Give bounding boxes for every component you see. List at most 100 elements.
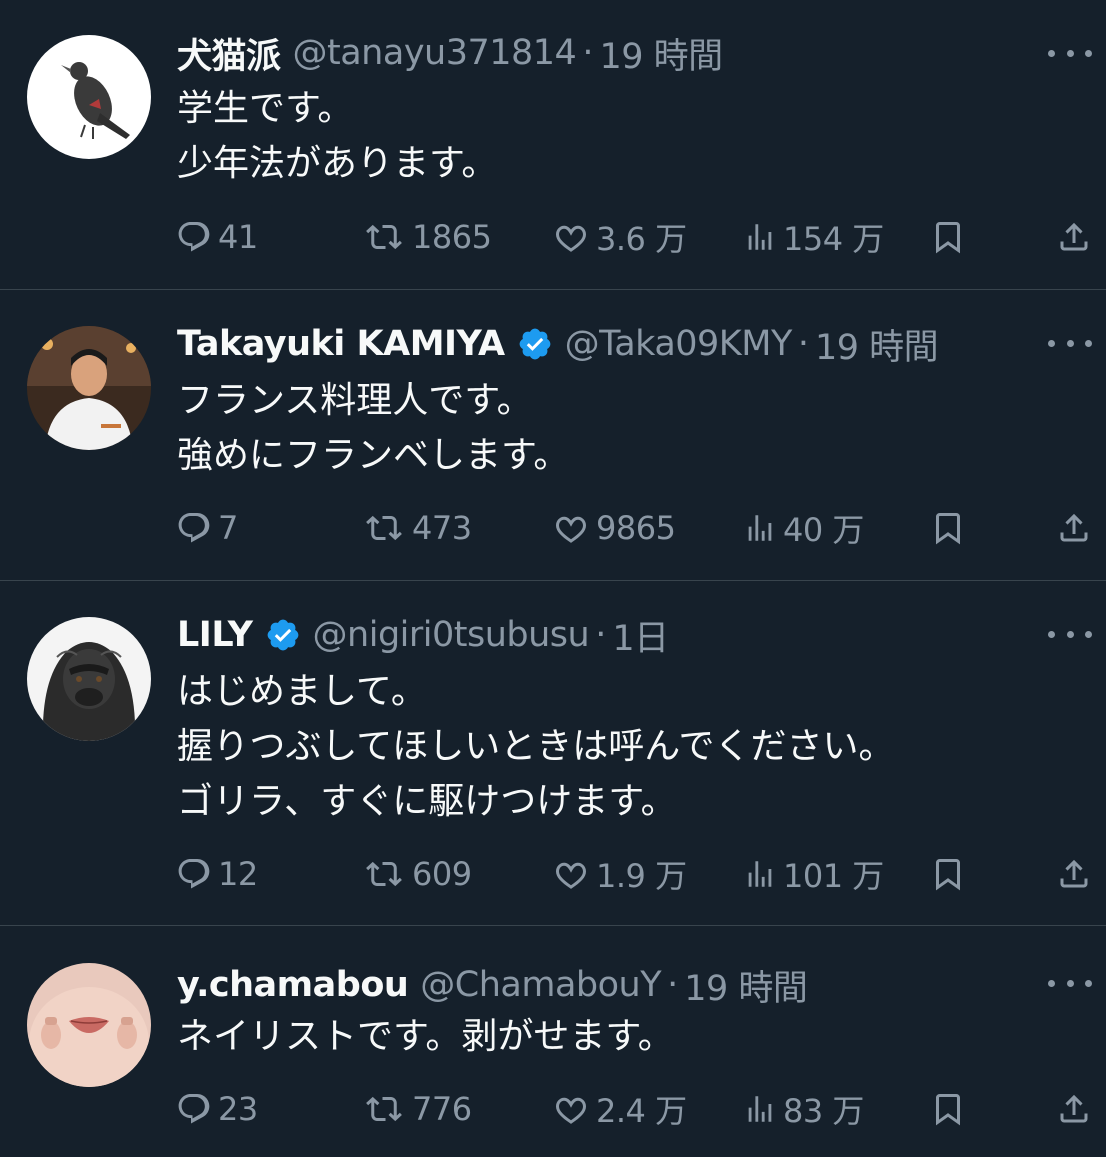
tweet-text-line: ネイリストです。剥がせます。 [177,1016,674,1057]
retweet-count: 609 [412,855,472,893]
share-button[interactable] [1056,849,1092,899]
separator: · [797,324,809,364]
heart-icon [556,862,586,889]
user-handle[interactable]: @tanayu371814 [293,33,577,73]
bookmark-icon [936,513,960,545]
speech-bubble-icon [178,1094,210,1124]
like-button[interactable]: 3.6 万 [552,212,687,262]
display-name[interactable]: y.chamabou [177,965,409,1005]
share-button[interactable] [1056,503,1092,553]
tweet-text-line: 握りつぶしてほしいときは呼んでください。 [177,726,895,767]
share-button[interactable] [1056,212,1092,262]
view-count: 101 万 [783,857,884,895]
more-dots-icon[interactable] [1048,624,1092,644]
bookmark-icon [936,1094,960,1126]
like-count: 1.9 万 [596,857,687,895]
heart-icon [556,225,586,252]
bar-chart-icon [748,861,772,887]
tweet[interactable]: 犬猫派 @tanayu371814 · 19 時間 学生です。 少年法があります… [0,0,1106,290]
verified-badge-icon [519,328,551,360]
views-button[interactable]: 101 万 [743,849,884,899]
speech-bubble-icon [178,222,210,252]
bookmark-button[interactable] [930,212,966,262]
like-button[interactable]: 2.4 万 [552,1084,687,1134]
tweet-text-line: 学生です。 [177,88,354,129]
tweet-text-line: 少年法があります。 [177,143,498,184]
display-name[interactable]: Takayuki KAMIYA [177,324,505,364]
share-icon [1060,513,1088,542]
more-dots-icon[interactable] [1048,973,1092,993]
view-count: 83 万 [783,1092,864,1130]
reply-button[interactable]: 23 [176,1084,258,1134]
more-dots-icon[interactable] [1048,43,1092,63]
reply-count: 7 [218,509,238,547]
display-name[interactable]: LILY [177,615,253,655]
tweet-text-line: フランス料理人です。 [177,380,533,421]
views-button[interactable]: 40 万 [743,503,864,553]
tweet[interactable]: Takayuki KAMIYA @Taka09KMY · 19 時間 フランス料… [0,290,1106,581]
reply-count: 23 [218,1090,258,1128]
reply-count: 12 [218,855,258,893]
bookmark-icon [936,222,960,254]
share-icon [1060,222,1088,251]
view-count: 154 万 [783,220,884,258]
avatar[interactable] [27,617,151,741]
retweet-count: 1865 [412,218,492,256]
view-count: 40 万 [783,511,864,549]
reply-button[interactable]: 7 [176,503,238,553]
timestamp[interactable]: 19 時間 [815,319,939,370]
like-button[interactable]: 1.9 万 [552,849,687,899]
bookmark-icon [936,859,960,891]
retweet-button[interactable]: 473 [362,503,472,553]
avatar[interactable] [27,963,151,1087]
share-icon [1060,1094,1088,1123]
tweet-text-line: ゴリラ、すぐに駆けつけます。 [177,781,677,822]
separator: · [582,33,594,73]
verified-badge-icon [267,619,298,651]
timestamp[interactable]: 19 時間 [684,960,808,1011]
tweet-actions: 41 1865 3.6 万 154 万 [0,212,1106,262]
retweet-icon [366,224,402,250]
views-button[interactable]: 154 万 [743,212,884,262]
timestamp[interactable]: 1日 [612,610,669,661]
heart-icon [556,1097,586,1124]
tweet-text-line: 強めにフランベします。 [177,435,570,476]
user-handle[interactable]: @ChamabouY [420,965,661,1005]
like-count: 9865 [596,509,676,547]
chef-avatar-image [27,326,151,450]
like-count: 2.4 万 [596,1092,687,1130]
avatar[interactable] [27,326,151,450]
tweet-actions: 7 473 9865 40 万 [0,503,1106,553]
retweet-count: 473 [412,509,472,547]
tweet[interactable]: LILY @nigiri0tsubusu · 1日 はじめまして。 握りつぶして… [0,581,1106,926]
speech-bubble-icon [178,513,210,543]
tweet-text: ネイリストです。剥がせます。 [177,1009,1066,1064]
reply-count: 41 [218,218,258,256]
retweet-button[interactable]: 776 [362,1084,472,1134]
heart-icon [556,516,586,543]
bookmark-button[interactable] [930,849,966,899]
user-handle[interactable]: @Taka09KMY [565,324,793,364]
timestamp[interactable]: 19 時間 [599,28,723,79]
more-dots-icon[interactable] [1048,333,1092,353]
bar-chart-icon [748,515,772,541]
tweet-header: LILY @nigiri0tsubusu · 1日 [177,613,1016,659]
retweet-button[interactable]: 609 [362,849,472,899]
tweet-feed: 犬猫派 @tanayu371814 · 19 時間 学生です。 少年法があります… [0,0,1106,1157]
bookmark-button[interactable] [930,503,966,553]
share-button[interactable] [1056,1084,1092,1134]
avatar[interactable] [27,35,151,159]
bookmark-button[interactable] [930,1084,966,1134]
retweet-button[interactable]: 1865 [362,212,492,262]
like-button[interactable]: 9865 [552,503,676,553]
display-name[interactable]: 犬猫派 [177,28,281,79]
bar-chart-icon [748,1096,772,1122]
views-button[interactable]: 83 万 [743,1084,864,1134]
tweet-header: 犬猫派 @tanayu371814 · 19 時間 [177,31,1016,77]
retweet-icon [366,861,402,887]
face-avatar-image [27,963,151,1087]
tweet[interactable]: y.chamabou @ChamabouY · 19 時間 ネイリストです。剥が… [0,926,1106,1157]
reply-button[interactable]: 12 [176,849,258,899]
reply-button[interactable]: 41 [176,212,258,262]
user-handle[interactable]: @nigiri0tsubusu [313,615,590,655]
